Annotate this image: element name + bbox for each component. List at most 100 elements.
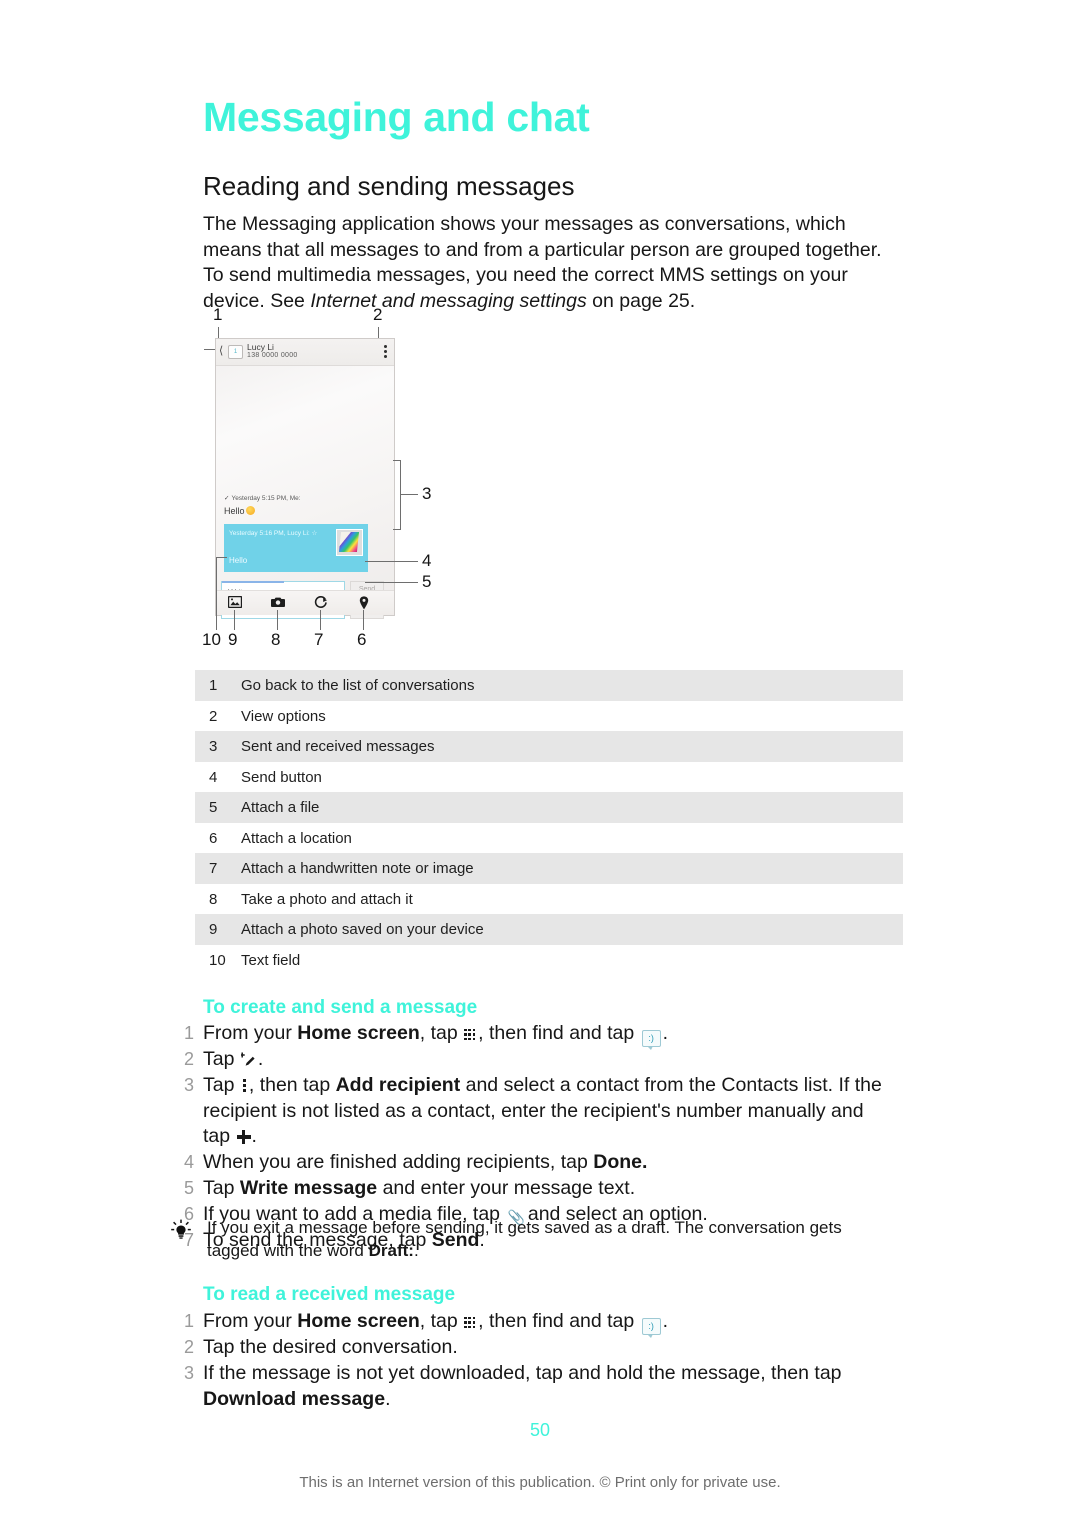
sent-message-text: Hello bbox=[224, 506, 255, 516]
intro-paragraph: The Messaging application shows your mes… bbox=[203, 212, 893, 314]
back-chevron-icon[interactable]: ⟨ bbox=[219, 346, 223, 357]
table-row: 5 Attach a file bbox=[195, 792, 903, 823]
table-row: 9 Attach a photo saved on your device bbox=[195, 914, 903, 945]
callout-number-10: 10 bbox=[202, 630, 221, 649]
overflow-menu-icon bbox=[242, 1078, 247, 1093]
list-item: 5 Tap Write message and enter your messag… bbox=[174, 1176, 894, 1202]
legend-label: Attach a location bbox=[241, 829, 352, 847]
messaging-screen-figure: 1 2 ⟨ 1 Lucy Li 138 0000 0000 ✓ Yesterday… bbox=[195, 305, 595, 655]
attached-image-thumbnail bbox=[336, 529, 363, 556]
callout-leader-3 bbox=[400, 494, 418, 495]
smiley-emoji-icon bbox=[245, 506, 255, 515]
lightbulb-icon bbox=[168, 1219, 194, 1241]
list-item: 2 Tap . bbox=[174, 1047, 894, 1073]
attachment-toolbar bbox=[216, 590, 394, 615]
legend-number: 10 bbox=[209, 951, 226, 969]
step-number: 3 bbox=[183, 1362, 194, 1383]
callout-number-6: 6 bbox=[357, 630, 367, 649]
footer-note: This is an Internet version of this publ… bbox=[299, 1474, 781, 1491]
table-row: 4 Send button bbox=[195, 762, 903, 793]
legend-number: 8 bbox=[209, 890, 218, 908]
legend-label: Attach a file bbox=[241, 799, 320, 816]
callout-leader-5 bbox=[365, 582, 418, 583]
section-title: Reading and sending messages bbox=[203, 171, 575, 201]
table-row: 3 Sent and received messages bbox=[195, 731, 903, 762]
callout-leader-8 bbox=[277, 610, 278, 630]
conversation-header: ⟨ 1 Lucy Li 138 0000 0000 bbox=[216, 339, 394, 366]
legend-label: View options bbox=[241, 707, 326, 725]
callout-leader-4 bbox=[365, 561, 418, 562]
step-number: 3 bbox=[183, 1074, 194, 1095]
callout-leader-7 bbox=[320, 610, 321, 630]
page-title: Messaging and chat bbox=[203, 94, 590, 140]
camera-icon[interactable] bbox=[271, 596, 285, 610]
callout-number-5: 5 bbox=[422, 572, 432, 591]
table-row: 8 Take a photo and attach it bbox=[195, 884, 903, 915]
list-item: 2 Tap the desired conversation. bbox=[174, 1335, 894, 1361]
callout-number-1: 1 bbox=[213, 305, 223, 324]
legend-label: Sent and received messages bbox=[241, 738, 435, 755]
table-row: 6 Attach a location bbox=[195, 823, 903, 854]
table-row: 1 Go back to the list of conversations bbox=[195, 670, 903, 701]
conversation-body: ✓ Yesterday 5:15 PM, Me: Hello Yesterday … bbox=[216, 366, 394, 619]
legend-number: 5 bbox=[209, 799, 218, 816]
legend-number: 2 bbox=[209, 707, 218, 725]
table-row: 10 Text field bbox=[195, 945, 903, 976]
list-item: 1 From your Home screen, tap , then find … bbox=[174, 1021, 894, 1050]
legend-number: 1 bbox=[209, 677, 218, 694]
plus-icon bbox=[236, 1130, 251, 1145]
step-number: 2 bbox=[183, 1049, 194, 1069]
callout-bracket-3 bbox=[393, 460, 401, 530]
figure-legend-table: 1 Go back to the list of conversations 2 V… bbox=[195, 670, 903, 975]
procedure-heading-read: To read a received message bbox=[203, 1284, 456, 1305]
legend-number: 7 bbox=[209, 860, 218, 877]
received-message-bubble: Yesterday 5:16 PM, Lucy Li: ☆ Hello bbox=[224, 524, 368, 572]
list-item: 3 If the message is not yet downloaded, t… bbox=[174, 1361, 894, 1413]
overflow-menu-icon[interactable] bbox=[384, 345, 387, 358]
callout-number-7: 7 bbox=[314, 630, 324, 649]
list-item: 3 Tap , then tap Add recipient and select… bbox=[174, 1073, 894, 1150]
step-number: 2 bbox=[183, 1337, 194, 1357]
callout-leader-6 bbox=[363, 610, 364, 630]
callout-number-3: 3 bbox=[422, 484, 432, 503]
tip-note: If you exit a message before sending, it… bbox=[168, 1217, 898, 1262]
table-row: 2 View options bbox=[195, 701, 903, 732]
table-row: 7 Attach a handwritten note or image bbox=[195, 853, 903, 884]
legend-number: 6 bbox=[209, 829, 218, 847]
step-number: 5 bbox=[183, 1177, 194, 1198]
legend-label: Attach a photo saved on your device bbox=[241, 921, 484, 938]
callout-number-4: 4 bbox=[422, 551, 432, 570]
page-number: 50 bbox=[529, 1420, 551, 1440]
legend-label: Attach a handwritten note or image bbox=[241, 860, 474, 877]
sim-badge: 1 bbox=[228, 345, 243, 359]
apps-grid-icon bbox=[464, 1028, 477, 1041]
legend-label: Go back to the list of conversations bbox=[241, 677, 475, 694]
location-pin-icon[interactable] bbox=[357, 596, 371, 610]
delivered-check-icon: ✓ bbox=[224, 495, 230, 502]
callout-leader-9 bbox=[234, 610, 235, 630]
sent-meta-text: Yesterday 5:15 PM, Me: bbox=[231, 495, 301, 502]
apps-grid-icon bbox=[464, 1316, 477, 1329]
manual-page: Messaging and chat Reading and sending m… bbox=[0, 0, 1080, 1527]
legend-number: 9 bbox=[209, 921, 218, 938]
tip-text: If you exit a message before sending, it… bbox=[207, 1218, 842, 1260]
messaging-icon: :) bbox=[641, 1318, 661, 1338]
callout-number-8: 8 bbox=[271, 630, 281, 649]
legend-label: Take a photo and attach it bbox=[241, 890, 413, 908]
star-icon: ☆ bbox=[311, 530, 318, 537]
contact-number: 138 0000 0000 bbox=[247, 352, 298, 359]
phone-screenshot: ⟨ 1 Lucy Li 138 0000 0000 ✓ Yesterday 5:1… bbox=[215, 338, 395, 619]
doodle-icon[interactable] bbox=[314, 596, 328, 610]
procedure-heading-create: To create and send a message bbox=[203, 997, 478, 1018]
new-message-icon bbox=[239, 1049, 257, 1066]
callout-leader-10b bbox=[216, 557, 227, 558]
input-focus-bar bbox=[222, 581, 284, 583]
callout-number-2: 2 bbox=[373, 305, 383, 324]
step-number: 1 bbox=[183, 1311, 194, 1331]
callout-number-9: 9 bbox=[228, 630, 238, 649]
list-item: 4 When you are finished adding recipients… bbox=[174, 1150, 894, 1176]
contact-name: Lucy Li bbox=[247, 342, 274, 352]
legend-number: 4 bbox=[209, 768, 218, 786]
gallery-icon[interactable] bbox=[227, 595, 243, 610]
legend-number: 3 bbox=[209, 738, 218, 755]
